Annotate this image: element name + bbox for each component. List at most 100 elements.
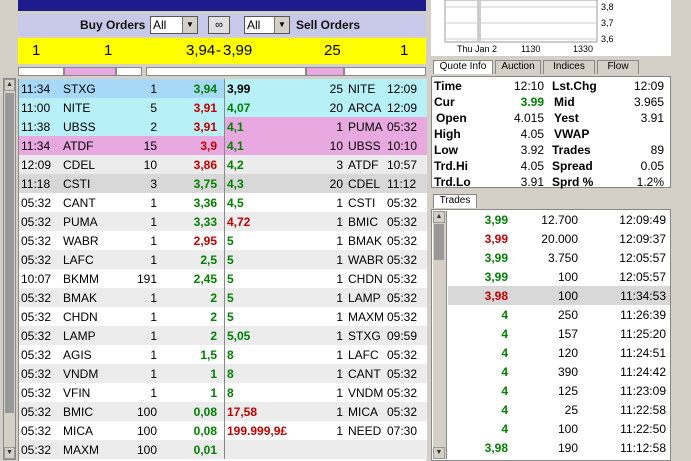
sell-time: 05:32 bbox=[387, 348, 418, 362]
scroll-down-icon[interactable]: ▼ bbox=[433, 447, 445, 459]
sell-broker: WABR bbox=[348, 253, 384, 267]
tab-indices[interactable]: Indices bbox=[543, 60, 595, 74]
sell-time: 05:32 bbox=[387, 196, 418, 210]
book-row[interactable]: 05:32 BMAK 1 2 5 1 LAMP 05:32 bbox=[19, 288, 427, 307]
trade-row[interactable]: 4 120 11:24:51 bbox=[448, 343, 670, 362]
buy-price: 3,75 bbox=[193, 177, 217, 191]
book-row[interactable]: 11:34 STXG 1 3,94 3,99 25 NITE 12:09 bbox=[19, 79, 427, 98]
book-row[interactable]: 05:32 CANT 1 3,36 4,5 1 CSTI 05:32 bbox=[19, 193, 427, 212]
scroll-thumb[interactable] bbox=[5, 93, 14, 413]
book-row[interactable]: 11:38 UBSS 2 3,91 4,1 1 PUMA 05:32 bbox=[19, 117, 427, 136]
sell-orders-label: Sell Orders bbox=[296, 18, 361, 32]
buy-price: 0,01 bbox=[193, 443, 217, 457]
book-row[interactable]: 05:32 MICA 100 0,08 199.999,9£ 1 NEED 07:30 bbox=[19, 421, 427, 440]
book-row[interactable]: 05:32 WABR 1 2,95 5 1 BMAK 05:32 bbox=[19, 231, 427, 250]
buy-price: 2,45 bbox=[193, 272, 217, 286]
sell-filter-select[interactable]: All ▼ bbox=[244, 16, 290, 34]
book-row[interactable]: 05:32 LAMP 1 2 5,05 1 STXG 09:59 bbox=[19, 326, 427, 345]
book-row[interactable]: 05:32 CHDN 1 2 5 1 MAXM 05:32 bbox=[19, 307, 427, 326]
sell-time: 12:09 bbox=[387, 101, 418, 115]
buy-time: 05:32 bbox=[21, 405, 52, 419]
trade-row[interactable]: 4 250 11:26:39 bbox=[448, 305, 670, 324]
trade-time: 11:26:39 bbox=[620, 308, 666, 322]
buy-price: 1 bbox=[210, 367, 217, 381]
book-row[interactable]: 11:00 NITE 5 3,91 4,07 20 ARCA 12:09 bbox=[19, 98, 427, 117]
lstchg-label: Lst.Chg bbox=[552, 79, 597, 93]
book-row[interactable]: 12:09 CDEL 10 3,86 4,2 3 ATDF 10:57 bbox=[19, 155, 427, 174]
trades-scrollbar[interactable]: ▲ ▼ bbox=[433, 211, 447, 459]
buy-filter-select[interactable]: All ▼ bbox=[150, 16, 198, 34]
buy-qty: 1 bbox=[150, 348, 157, 362]
sell-time: 09:59 bbox=[387, 329, 418, 343]
buy-qty: 100 bbox=[136, 443, 157, 457]
sell-broker: MAXM bbox=[348, 310, 384, 324]
buy-price: 3,91 bbox=[193, 101, 217, 115]
sell-time: 05:32 bbox=[387, 253, 418, 267]
book-row[interactable]: 05:32 AGIS 1 1,5 8 1 LAFC 05:32 bbox=[19, 345, 427, 364]
book-scrollbar[interactable]: ▲ ▼ bbox=[3, 78, 16, 460]
trade-price: 3,98 bbox=[484, 441, 508, 455]
trade-time: 12:05:57 bbox=[619, 270, 666, 284]
x-tick: 1330 bbox=[573, 44, 593, 54]
sell-price: 4,5 bbox=[227, 196, 244, 210]
sell-qty: 1 bbox=[336, 215, 343, 229]
trade-row[interactable]: 4 125 11:23:09 bbox=[448, 381, 670, 400]
book-row[interactable]: 05:32 BMIC 100 0,08 17,58 1 MICA 05:32 bbox=[19, 402, 427, 421]
buy-broker: STXG bbox=[63, 82, 96, 96]
trade-row[interactable]: 3,98 190 11:12:58 bbox=[448, 438, 670, 457]
trade-time: 12:05:57 bbox=[619, 251, 666, 265]
buy-price: 2,95 bbox=[193, 234, 217, 248]
tab-quote-info[interactable]: Quote Info bbox=[433, 60, 493, 74]
trade-qty: 3.750 bbox=[547, 251, 578, 265]
sell-price: 5 bbox=[227, 291, 234, 305]
trade-row[interactable]: 4 100 11:22:50 bbox=[448, 419, 670, 438]
book-row[interactable]: 05:32 VFIN 1 1 8 1 VNDM 05:32 bbox=[19, 383, 427, 402]
yest-value: 3.91 bbox=[640, 111, 664, 125]
buy-broker: MAXM bbox=[63, 443, 99, 457]
tab-flow[interactable]: Flow bbox=[597, 60, 639, 74]
trade-row[interactable]: 4 390 11:24:42 bbox=[448, 362, 670, 381]
book-row[interactable]: 05:32 MAXM 100 0,01 bbox=[19, 440, 427, 459]
trade-row[interactable]: 4 157 11:25:20 bbox=[448, 324, 670, 343]
trade-price: 3,98 bbox=[484, 289, 508, 303]
book-row[interactable]: 05:32 VNDM 1 1 8 1 CANT 05:32 bbox=[19, 364, 427, 383]
scroll-up-icon[interactable]: ▲ bbox=[433, 211, 445, 223]
trade-row[interactable]: 3,99 12.700 12:09:49 bbox=[448, 210, 670, 229]
order-book: 11:34 STXG 1 3,94 3,99 25 NITE 12:09 11:00 NITE 5 3… bbox=[18, 79, 427, 461]
spread-label: Spread bbox=[552, 159, 593, 173]
buy-qty: 1 bbox=[150, 253, 157, 267]
sell-time: 07:30 bbox=[387, 424, 418, 438]
book-row[interactable]: 05:32 PUMA 1 3,33 4,72 1 BMIC 05:32 bbox=[19, 212, 427, 231]
high-label: High bbox=[434, 127, 461, 141]
trade-row[interactable]: 3,99 100 12:05:57 bbox=[448, 267, 670, 286]
buy-qty: 1 bbox=[150, 82, 157, 96]
trade-row[interactable]: 4 25 11:22:58 bbox=[448, 400, 670, 419]
scroll-thumb[interactable] bbox=[434, 224, 444, 260]
book-row[interactable]: 11:18 CSTI 3 3,75 4,3 20 CDEL 11:12 bbox=[19, 174, 427, 193]
trade-row[interactable]: 3,99 3.750 12:05:57 bbox=[448, 248, 670, 267]
buy-time: 11:00 bbox=[21, 101, 51, 115]
price-chart: 3,8 3,7 3,6 Thu Jan 2 1130 1330 bbox=[431, 0, 671, 56]
scroll-down-icon[interactable]: ▼ bbox=[4, 447, 15, 459]
sell-qty: 1 bbox=[336, 253, 343, 267]
chevron-down-icon[interactable]: ▼ bbox=[274, 17, 289, 33]
tab-trades[interactable]: Trades bbox=[433, 194, 477, 208]
low-value: 3.92 bbox=[520, 143, 544, 157]
trade-row[interactable]: 3,99 20.000 12:09:37 bbox=[448, 229, 670, 248]
sell-price: 8 bbox=[227, 386, 234, 400]
sell-price: 5,05 bbox=[227, 329, 251, 343]
link-icon[interactable]: ∞ bbox=[208, 16, 230, 34]
book-row[interactable]: 11:34 ATDF 15 3,9 4,1 10 UBSS 10:10 bbox=[19, 136, 427, 155]
price-separator: - bbox=[216, 42, 221, 59]
buy-qty: 1 bbox=[150, 367, 157, 381]
sell-broker: UBSS bbox=[348, 139, 381, 153]
tab-auction[interactable]: Auction bbox=[495, 60, 541, 74]
book-row[interactable]: 10:07 BKMM 191 2,45 5 1 CHDN 05:32 bbox=[19, 269, 427, 288]
depth-segment bbox=[146, 67, 306, 76]
trade-price: 4 bbox=[501, 422, 508, 436]
chevron-down-icon[interactable]: ▼ bbox=[182, 17, 197, 33]
sell-broker: LAMP bbox=[348, 291, 381, 305]
trade-row[interactable]: 3,98 100 11:34:53 bbox=[448, 286, 670, 305]
scroll-up-icon[interactable]: ▲ bbox=[4, 79, 15, 91]
book-row[interactable]: 05:32 LAFC 1 2,5 5 1 WABR 05:32 bbox=[19, 250, 427, 269]
